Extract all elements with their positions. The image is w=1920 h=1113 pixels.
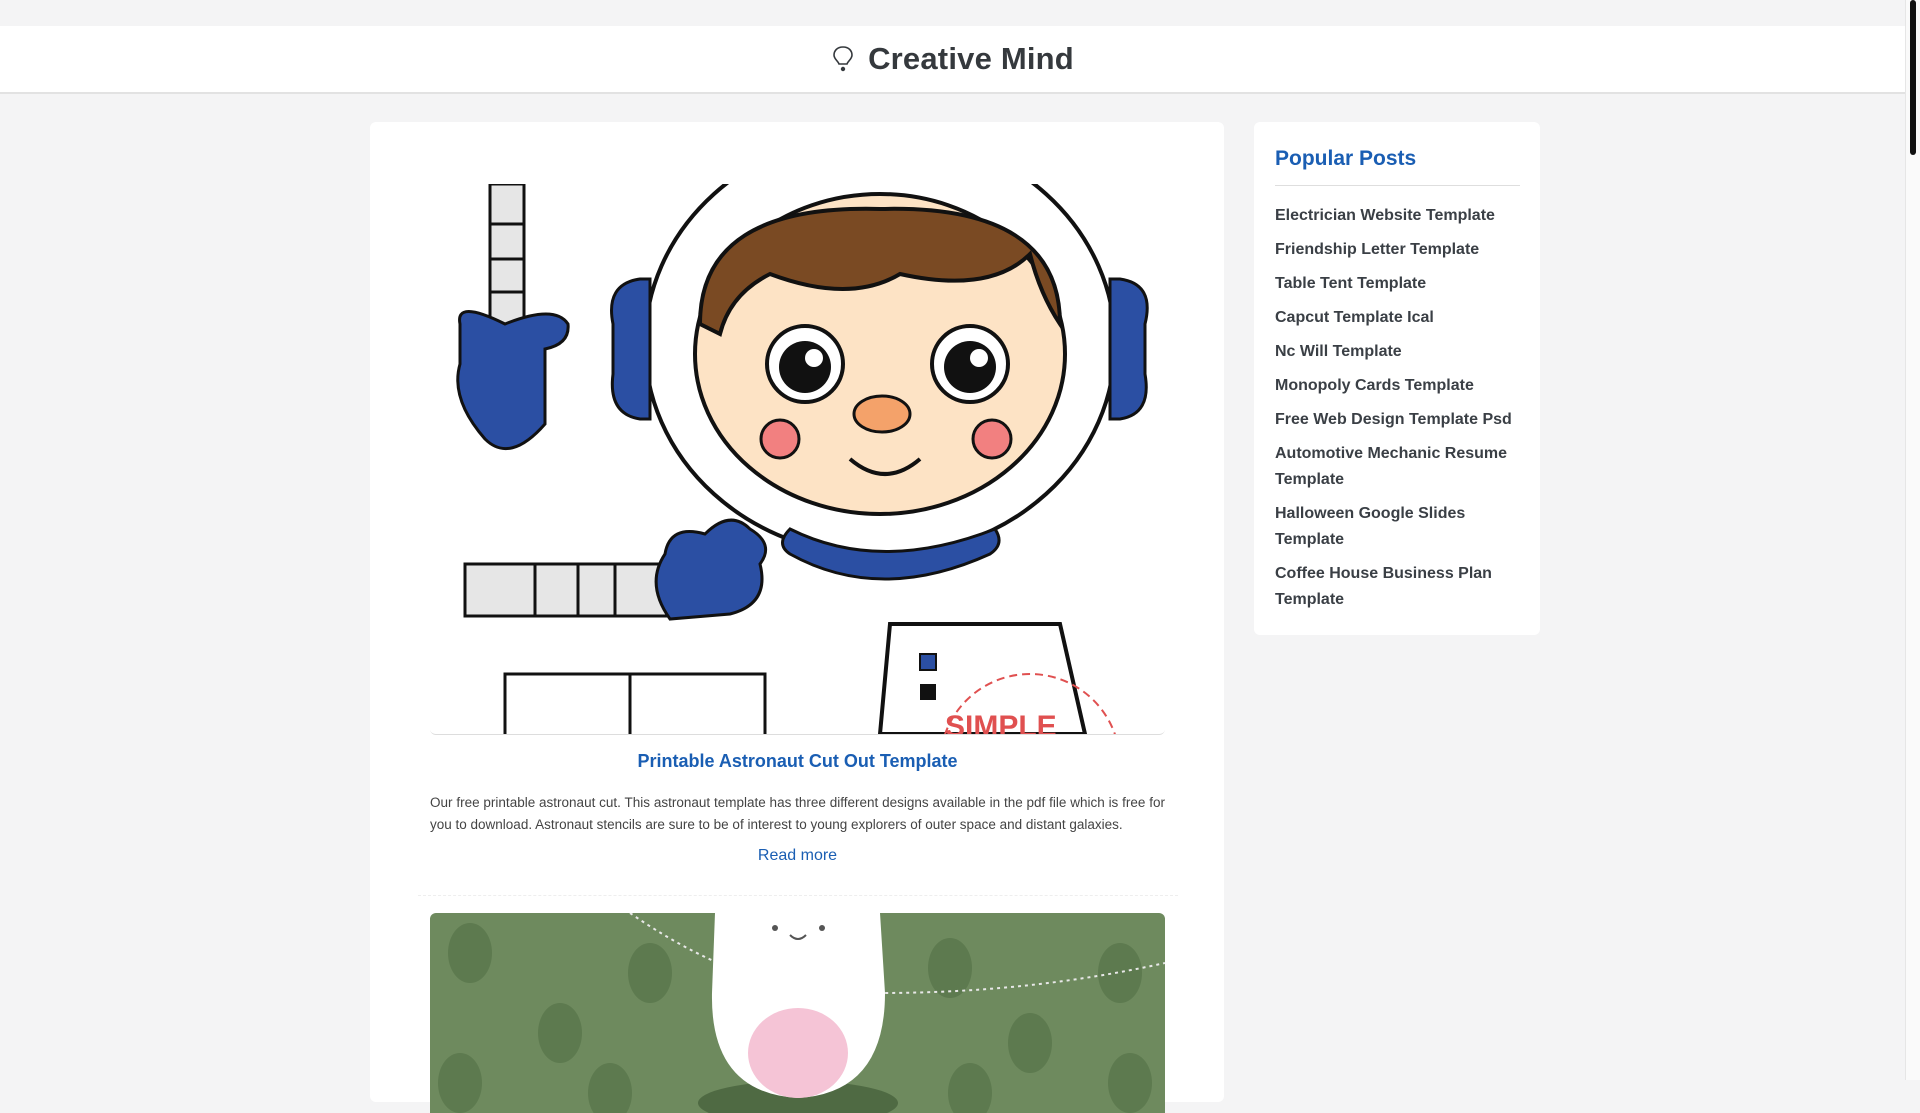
post-card-second[interactable]: [430, 913, 1165, 1113]
post-title[interactable]: Printable Astronaut Cut Out Template: [430, 751, 1165, 772]
list-item: Electrician Website Template: [1275, 203, 1525, 229]
scrollbar-thumb[interactable]: [1910, 0, 1916, 155]
popular-posts-heading: Popular Posts: [1275, 147, 1520, 186]
list-item: Free Web Design Template Psd: [1275, 407, 1525, 433]
popular-post-link[interactable]: Electrician Website Template: [1275, 203, 1525, 229]
astronaut-arm-upper: [488, 184, 526, 326]
list-item: Table Tent Template: [1275, 271, 1525, 297]
popular-posts-list: Electrician Website Template Friendship …: [1275, 203, 1525, 621]
popular-post-link[interactable]: Table Tent Template: [1275, 271, 1525, 297]
popular-post-link[interactable]: Coffee House Business Plan Template: [1275, 561, 1525, 613]
site-brand-link[interactable]: Creative Mind: [832, 41, 1074, 77]
image-watermark-text: SIMPLE: [945, 710, 1057, 735]
main-content: SIMPLE Printable Astronaut Cut Out Templ…: [370, 122, 1224, 1113]
lightbulb-icon: [833, 46, 853, 72]
list-item: Coffee House Business Plan Template: [1275, 561, 1525, 613]
list-item: Nc Will Template: [1275, 339, 1525, 365]
list-item: Capcut Template Ical: [1275, 305, 1525, 331]
list-item: Monopoly Cards Template: [1275, 373, 1525, 399]
popular-post-link[interactable]: Nc Will Template: [1275, 339, 1525, 365]
site-title: Creative Mind: [868, 41, 1074, 76]
post-card: SIMPLE Printable Astronaut Cut Out Templ…: [430, 184, 1165, 865]
popular-post-link[interactable]: Free Web Design Template Psd: [1275, 407, 1525, 433]
popular-post-link[interactable]: Capcut Template Ical: [1275, 305, 1525, 331]
post-divider: [418, 895, 1178, 896]
popular-post-link[interactable]: Monopoly Cards Template: [1275, 373, 1525, 399]
list-item: Halloween Google Slides Template: [1275, 501, 1525, 553]
page-scrollbar[interactable]: [1905, 0, 1920, 1080]
list-item: Friendship Letter Template: [1275, 237, 1525, 263]
read-more-link[interactable]: Read more: [430, 847, 1165, 865]
astronaut-cutout-image[interactable]: SIMPLE: [430, 184, 1165, 735]
post-excerpt: Our free printable astronaut cut. This a…: [430, 795, 1165, 832]
site-header: Creative Mind: [0, 26, 1906, 94]
popular-post-link[interactable]: Halloween Google Slides Template: [1275, 501, 1525, 553]
list-item: Automotive Mechanic Resume Template: [1275, 441, 1525, 493]
post-title-link[interactable]: Printable Astronaut Cut Out Template: [637, 751, 957, 771]
popular-post-link[interactable]: Automotive Mechanic Resume Template: [1275, 441, 1525, 493]
popular-post-link[interactable]: Friendship Letter Template: [1275, 237, 1525, 263]
sidebar-popular-posts: Popular Posts Electrician Website Templa…: [1254, 122, 1540, 635]
easter-bunny-image[interactable]: [430, 913, 1165, 1113]
top-strip: [0, 0, 1906, 26]
